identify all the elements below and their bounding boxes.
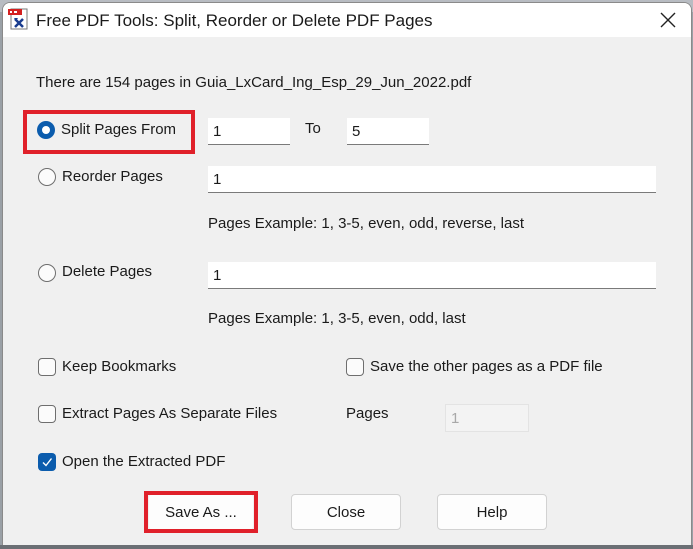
- save-other-pages-label[interactable]: Save the other pages as a PDF file: [370, 358, 603, 375]
- save-as-button[interactable]: Save As ...: [149, 494, 253, 530]
- reorder-pages-label[interactable]: Reorder Pages: [62, 168, 163, 185]
- checkmark-icon: [42, 458, 53, 467]
- reorder-pages-radio[interactable]: [38, 168, 56, 186]
- delete-example-text: Pages Example: 1, 3-5, even, odd, last: [208, 310, 466, 327]
- split-to-input[interactable]: 5: [347, 118, 429, 145]
- split-to-label: To: [305, 120, 321, 137]
- extract-separate-label[interactable]: Extract Pages As Separate Files: [62, 405, 277, 422]
- reorder-example-text: Pages Example: 1, 3-5, even, odd, revers…: [208, 215, 525, 232]
- split-pages-label[interactable]: Split Pages From: [61, 121, 176, 138]
- reorder-pages-input[interactable]: 1: [208, 166, 656, 193]
- keep-bookmarks-label[interactable]: Keep Bookmarks: [62, 358, 176, 375]
- pdf-tools-app-icon: [8, 8, 28, 30]
- page-count-info: There are 154 pages in Guia_LxCard_Ing_E…: [36, 74, 472, 91]
- dialog-window: Free PDF Tools: Split, Reorder or Delete…: [2, 2, 692, 548]
- delete-pages-radio[interactable]: [38, 264, 56, 282]
- pages-count-input[interactable]: 1: [445, 404, 529, 432]
- save-other-pages-checkbox[interactable]: [346, 358, 364, 376]
- close-window-icon[interactable]: [655, 8, 681, 32]
- delete-pages-input[interactable]: 1: [208, 262, 656, 289]
- keep-bookmarks-checkbox[interactable]: [38, 358, 56, 376]
- title-bar: Free PDF Tools: Split, Reorder or Delete…: [3, 3, 691, 37]
- open-extracted-label[interactable]: Open the Extracted PDF: [62, 453, 225, 470]
- split-pages-radio[interactable]: [37, 121, 55, 139]
- help-button[interactable]: Help: [437, 494, 547, 530]
- split-from-input[interactable]: 1: [208, 118, 290, 145]
- close-button[interactable]: Close: [291, 494, 401, 530]
- window-title: Free PDF Tools: Split, Reorder or Delete…: [36, 11, 433, 30]
- extract-separate-checkbox[interactable]: [38, 405, 56, 423]
- delete-pages-label[interactable]: Delete Pages: [62, 263, 152, 280]
- pages-label: Pages: [346, 405, 389, 422]
- taskbar-edge: [0, 545, 693, 549]
- open-extracted-checkbox[interactable]: [38, 453, 56, 471]
